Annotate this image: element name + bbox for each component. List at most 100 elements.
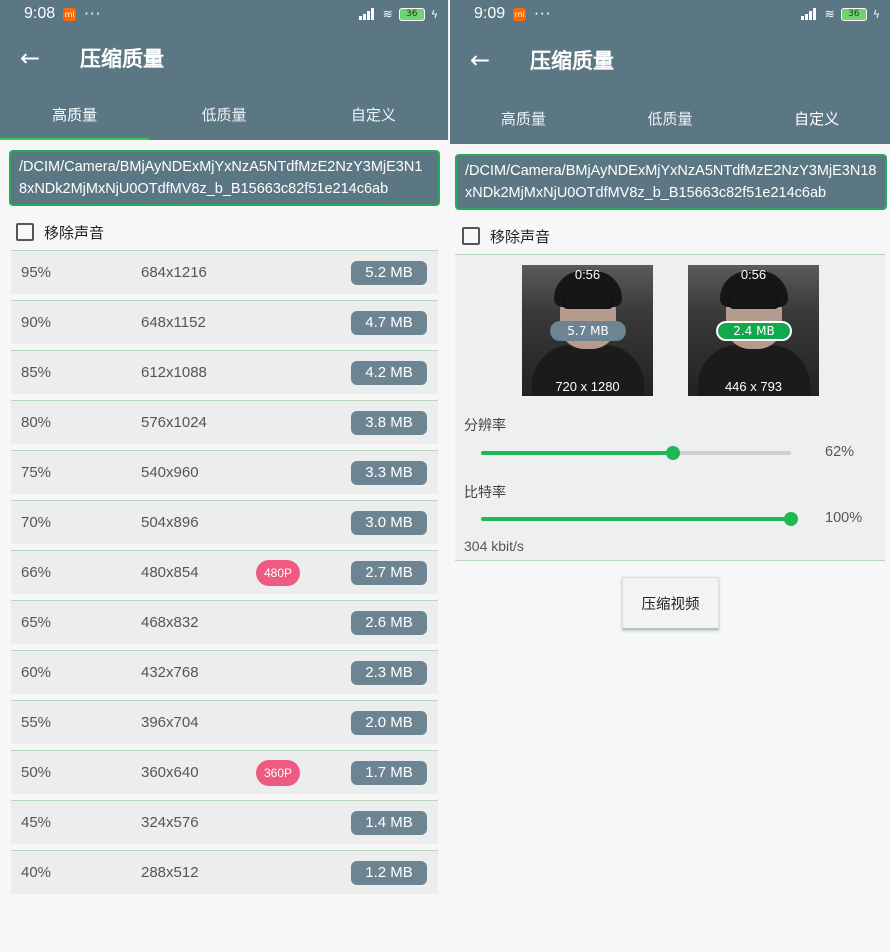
quality-resolution: 360x640 bbox=[141, 764, 199, 781]
resolution-slider[interactable] bbox=[481, 446, 791, 460]
quality-resolution: 648x1152 bbox=[141, 314, 206, 331]
quality-resolution: 540x960 bbox=[141, 464, 199, 481]
signal-icon bbox=[358, 8, 377, 20]
quality-row[interactable]: 85% 612x1088 4.2 MB bbox=[11, 350, 438, 394]
quality-percent: 75% bbox=[21, 464, 52, 481]
wifi-icon: ≋ bbox=[824, 7, 835, 21]
page-title: 压缩质量 bbox=[80, 47, 164, 71]
quality-resolution: 396x704 bbox=[141, 714, 199, 731]
file-path: /DCIM/Camera/BMjAyNDExMjYxNzA5NTdfMzE2Nz… bbox=[9, 150, 440, 206]
status-time: 9:08 bbox=[24, 5, 56, 22]
quality-row[interactable]: 80% 576x1024 3.8 MB bbox=[11, 400, 438, 444]
status-bar: 9:09 mi ··· ≋ 36 ϟ bbox=[450, 0, 890, 28]
compressed-resolution: 446 x 793 bbox=[724, 379, 783, 394]
estimated-size-pill: 3.8 MB bbox=[351, 410, 427, 435]
screen-custom: 9:09 mi ··· ≋ 36 ϟ ← 压缩质量 高质量 低质量 自定义 /D… bbox=[450, 0, 890, 952]
mi-notification-icon: mi bbox=[63, 7, 77, 21]
compress-video-button[interactable]: 压缩视频 bbox=[622, 577, 719, 630]
file-path: /DCIM/Camera/BMjAyNDExMjYxNzA5NTdfMzE2Nz… bbox=[455, 154, 887, 210]
app-bar: ← 压缩质量 bbox=[450, 28, 890, 92]
back-arrow-icon[interactable]: ← bbox=[20, 44, 60, 72]
estimated-size-pill: 2.0 MB bbox=[351, 710, 427, 735]
charging-icon: ϟ bbox=[430, 7, 438, 21]
resolution-label: 分辨率 bbox=[464, 418, 506, 434]
bitrate-text: 304 kbit/s bbox=[464, 538, 524, 554]
estimated-size-pill: 2.3 MB bbox=[351, 660, 427, 685]
tab-low-quality[interactable]: 低质量 bbox=[149, 88, 298, 140]
quality-row[interactable]: 40% 288x512 1.2 MB bbox=[11, 850, 438, 894]
status-bar: 9:08 mi ··· ≋ 36 ϟ bbox=[0, 0, 448, 28]
mi-notification-icon: mi bbox=[513, 7, 527, 21]
estimated-size-pill: 1.4 MB bbox=[351, 810, 427, 835]
bitrate-slider[interactable] bbox=[481, 512, 798, 526]
quality-row[interactable]: 66% 480x854 480P 2.7 MB bbox=[11, 550, 438, 594]
bitrate-value: 100% bbox=[825, 510, 863, 526]
quality-row[interactable]: 70% 504x896 3.0 MB bbox=[11, 500, 438, 544]
tab-high-quality[interactable]: 高质量 bbox=[0, 88, 149, 140]
estimated-size-pill: 1.7 MB bbox=[351, 760, 427, 785]
quality-percent: 65% bbox=[21, 614, 52, 631]
quality-percent: 66% bbox=[21, 564, 52, 581]
back-arrow-icon[interactable]: ← bbox=[470, 46, 510, 74]
app-bar: ← 压缩质量 bbox=[0, 28, 448, 88]
original-duration: 0:56 bbox=[574, 267, 601, 282]
quality-list: 95% 684x1216 5.2 MB 90% 648x1152 4.7 MB 85% 612… bbox=[11, 250, 438, 894]
estimated-size-pill: 1.2 MB bbox=[351, 860, 427, 885]
quality-resolution: 432x768 bbox=[141, 664, 199, 681]
estimated-size-pill: 3.3 MB bbox=[351, 460, 427, 485]
estimated-size-pill: 5.2 MB bbox=[351, 260, 427, 285]
tab-bar: 高质量 低质量 自定义 bbox=[450, 92, 890, 144]
resolution-slider-fill bbox=[481, 451, 674, 455]
remove-audio-label: 移除声音 bbox=[490, 227, 551, 246]
quality-row[interactable]: 95% 684x1216 5.2 MB bbox=[11, 250, 438, 294]
remove-audio-row[interactable]: 移除声音 bbox=[0, 214, 448, 250]
quality-resolution: 480x854 bbox=[141, 564, 199, 581]
quality-row[interactable]: 55% 396x704 2.0 MB bbox=[11, 700, 438, 744]
signal-icon bbox=[800, 8, 819, 20]
status-time: 9:09 bbox=[474, 5, 506, 22]
tab-custom[interactable]: 自定义 bbox=[743, 92, 890, 144]
checkbox-icon[interactable] bbox=[462, 227, 480, 245]
quality-percent: 95% bbox=[21, 264, 52, 281]
battery-icon: 36 bbox=[840, 7, 867, 21]
battery-icon: 36 bbox=[398, 7, 425, 21]
quality-row[interactable]: 65% 468x832 2.6 MB bbox=[11, 600, 438, 644]
quality-row[interactable]: 45% 324x576 1.4 MB bbox=[11, 800, 438, 844]
original-thumbnail: 0:56 5.7 MB 720 x 1280 bbox=[522, 265, 653, 396]
original-size-pill: 5.7 MB bbox=[550, 321, 626, 341]
screen-high-quality: 9:08 mi ··· ≋ 36 ϟ ← 压缩质量 高质量 低质量 自定义 /D… bbox=[0, 0, 448, 952]
quality-percent: 55% bbox=[21, 714, 52, 731]
quality-row[interactable]: 50% 360x640 360P 1.7 MB bbox=[11, 750, 438, 794]
wifi-icon: ≋ bbox=[382, 7, 393, 21]
quality-resolution: 504x896 bbox=[141, 514, 199, 531]
checkbox-icon[interactable] bbox=[16, 223, 34, 241]
bitrate-slider-knob[interactable] bbox=[784, 512, 798, 526]
status-dots: ··· bbox=[534, 5, 552, 23]
tab-indicator bbox=[0, 138, 149, 140]
quality-resolution: 324x576 bbox=[141, 814, 199, 831]
quality-resolution: 288x512 bbox=[141, 864, 199, 881]
quality-resolution: 576x1024 bbox=[141, 414, 207, 431]
original-resolution: 720 x 1280 bbox=[555, 379, 620, 394]
quality-percent: 90% bbox=[21, 314, 52, 331]
quality-row[interactable]: 60% 432x768 2.3 MB bbox=[11, 650, 438, 694]
quality-percent: 70% bbox=[21, 514, 52, 531]
resolution-slider-knob[interactable] bbox=[666, 446, 681, 460]
resolution-preset-badge: 480P bbox=[256, 559, 300, 586]
tab-custom[interactable]: 自定义 bbox=[299, 88, 448, 140]
quality-resolution: 684x1216 bbox=[141, 264, 207, 281]
quality-percent: 60% bbox=[21, 664, 52, 681]
custom-panel: 0:56 5.7 MB 720 x 1280 0:56 2.4 MB 446 x… bbox=[455, 254, 885, 561]
page-title: 压缩质量 bbox=[530, 49, 614, 73]
remove-audio-label: 移除声音 bbox=[44, 223, 105, 242]
estimated-size-pill: 4.2 MB bbox=[351, 360, 427, 385]
quality-row[interactable]: 75% 540x960 3.3 MB bbox=[11, 450, 438, 494]
tab-bar: 高质量 低质量 自定义 bbox=[0, 88, 448, 140]
thumb-person-glasses bbox=[728, 295, 780, 309]
estimated-size-pill: 3.0 MB bbox=[351, 510, 427, 535]
tab-high-quality[interactable]: 高质量 bbox=[450, 92, 597, 144]
quality-row[interactable]: 90% 648x1152 4.7 MB bbox=[11, 300, 438, 344]
bitrate-slider-fill bbox=[481, 517, 791, 521]
remove-audio-row[interactable]: 移除声音 bbox=[450, 218, 890, 254]
tab-low-quality[interactable]: 低质量 bbox=[597, 92, 744, 144]
